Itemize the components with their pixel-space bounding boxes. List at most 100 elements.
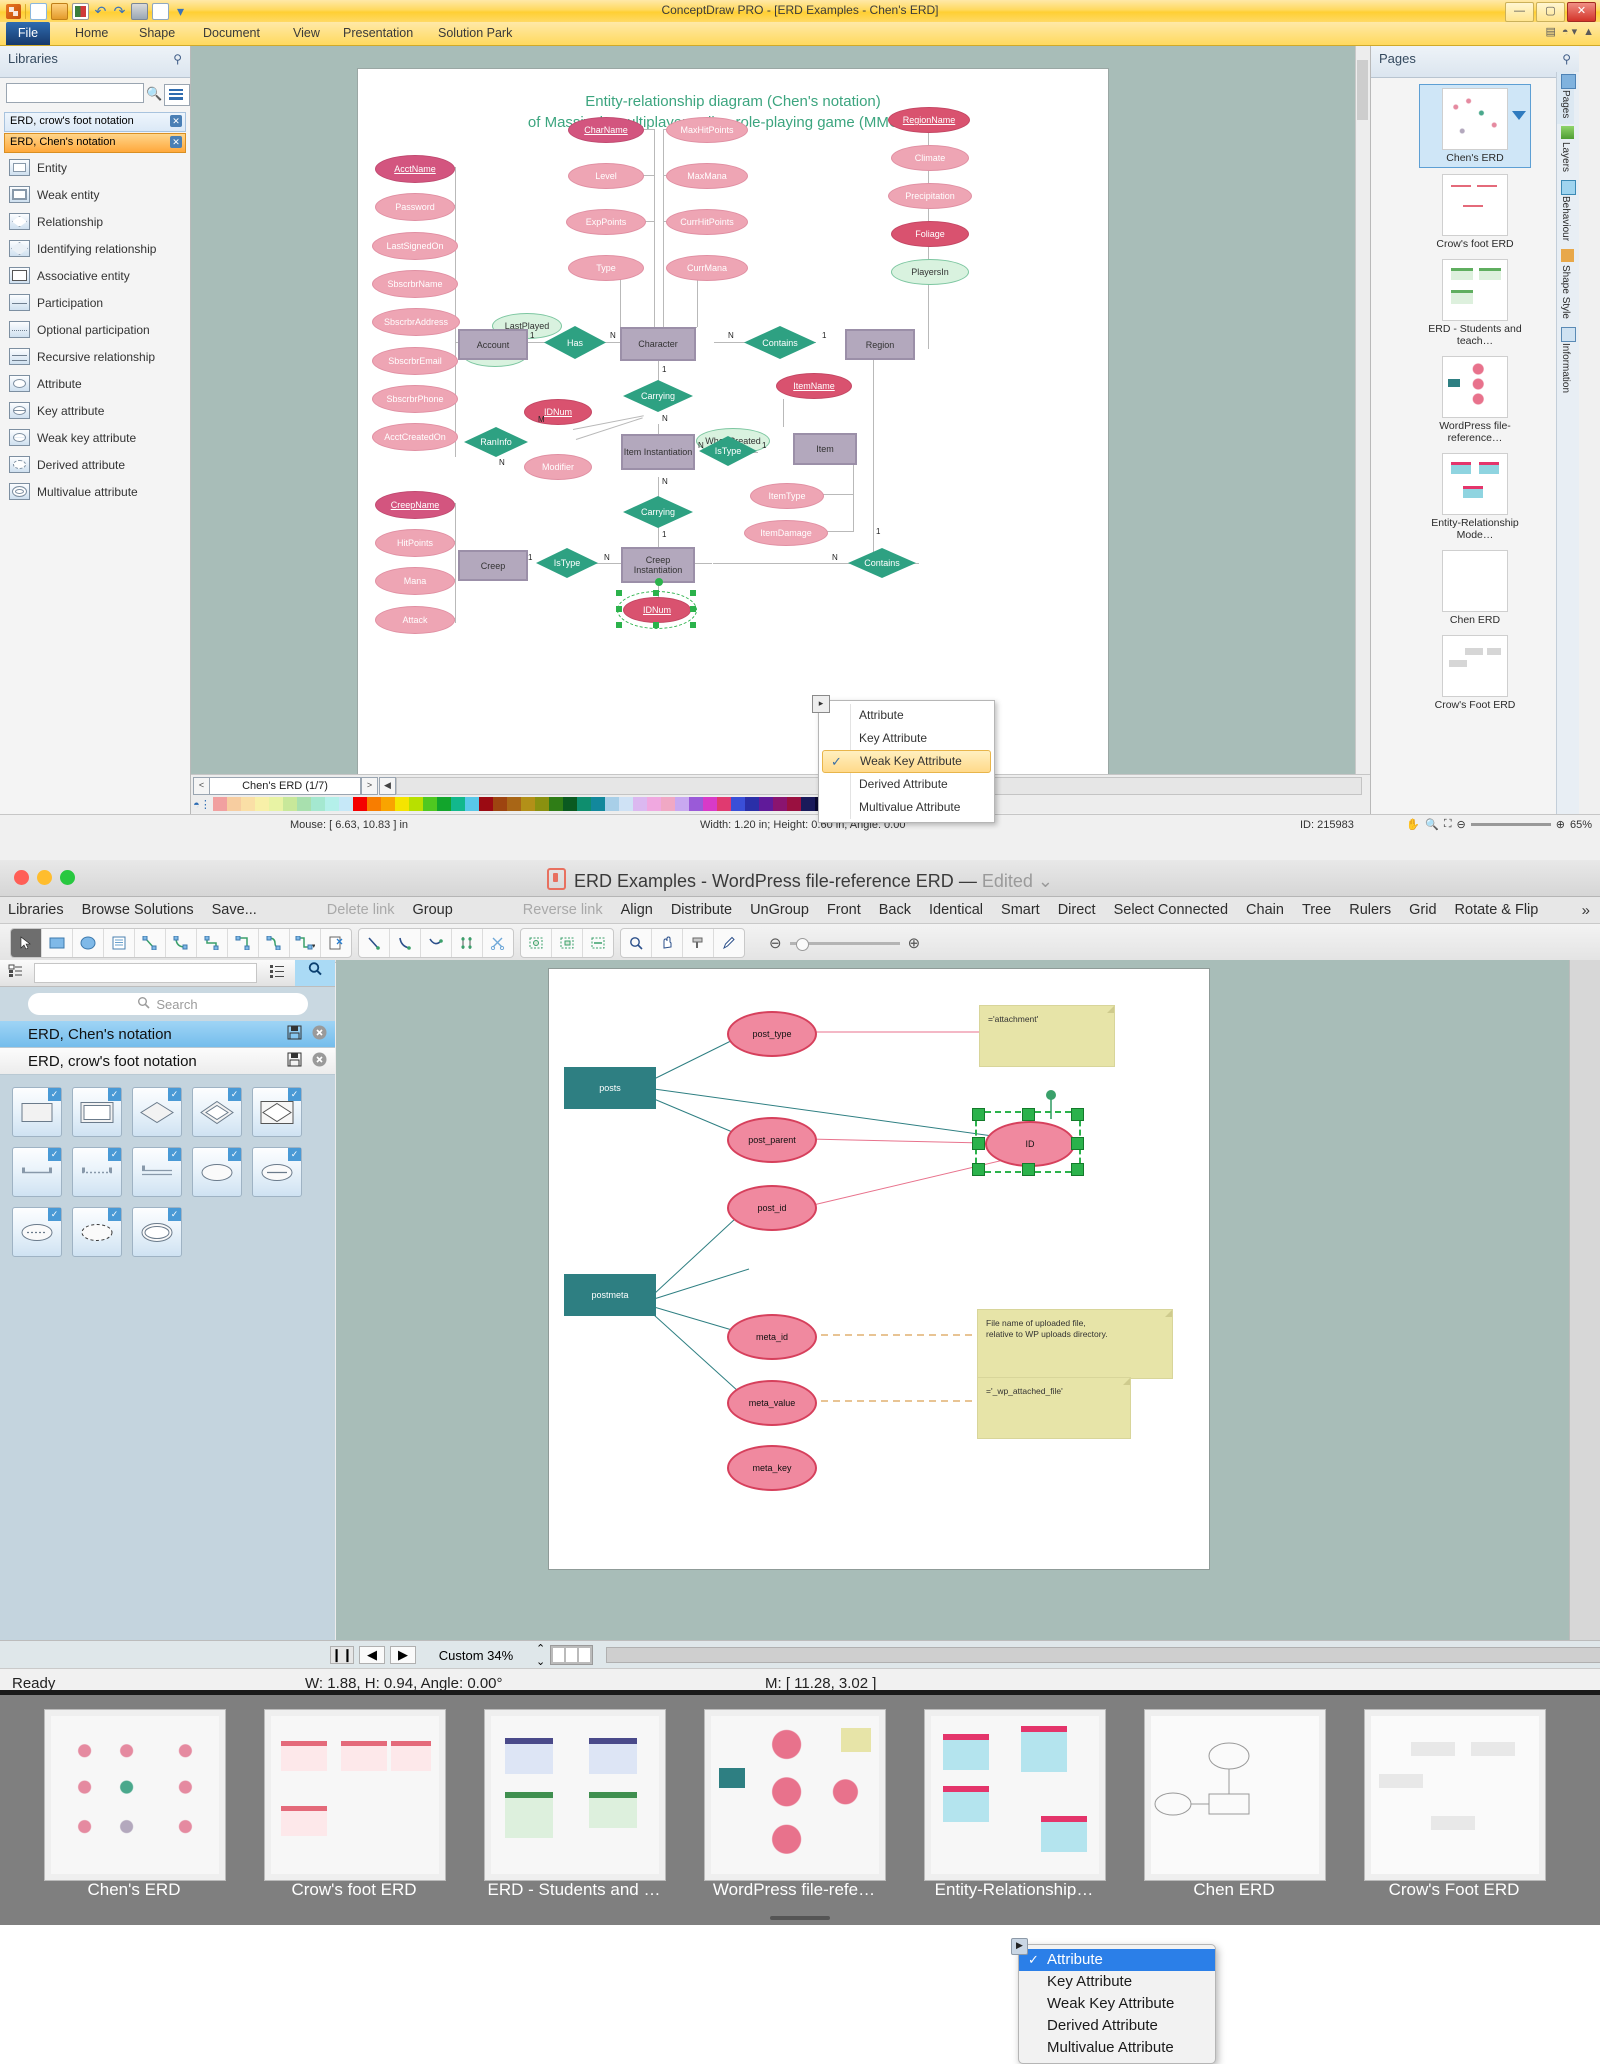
- entity-node-posts[interactable]: posts: [564, 1067, 656, 1109]
- page-filmstrip[interactable]: Chen's ERD Crow's foot ERD ERD - Student…: [0, 1690, 1600, 1925]
- tab-document[interactable]: Document: [190, 22, 273, 45]
- window-controls[interactable]: — ▢ ✕: [1505, 2, 1596, 22]
- shape-item-participation[interactable]: Participation: [0, 289, 190, 316]
- menu-item-weak-key-attribute[interactable]: Weak Key Attribute: [1019, 1993, 1215, 2015]
- mac-shape-grid[interactable]: ✓ ✓ ✓ ✓ ✓ ✓ ✓ ✓ ✓ ✓ ✓ ✓ ✓: [0, 1075, 335, 1269]
- entity-node[interactable]: Account: [458, 329, 528, 360]
- next-page-button[interactable]: >: [361, 777, 378, 795]
- attribute-node[interactable]: MaxMana: [666, 163, 748, 189]
- line-arc-icon[interactable]: [390, 929, 421, 957]
- menu-back[interactable]: Back: [879, 902, 911, 918]
- menu-distribute[interactable]: Distribute: [671, 902, 732, 918]
- ribbon-display-icon[interactable]: ▤: [1545, 25, 1555, 38]
- tool-group-lines[interactable]: [358, 928, 514, 958]
- tree-view-icon[interactable]: [164, 84, 190, 106]
- pan-hand-icon[interactable]: ✋: [1406, 818, 1420, 831]
- close-icon[interactable]: [312, 1052, 327, 1071]
- close-icon[interactable]: ✕: [170, 115, 182, 127]
- note-attachment[interactable]: ='attachment': [979, 1005, 1115, 1067]
- attribute-node[interactable]: LastSignedOn: [372, 232, 458, 260]
- shape-tile-multivalue-attribute[interactable]: ✓: [132, 1207, 182, 1257]
- mac-diagram-page[interactable]: posts postmeta post_type post_parent pos…: [548, 968, 1210, 1570]
- menu-group[interactable]: Group: [412, 902, 452, 918]
- entity-node[interactable]: Character: [620, 327, 696, 361]
- chevron-down-icon[interactable]: [1512, 111, 1526, 120]
- mac-library-crows-foot[interactable]: ERD, crow's foot notation: [0, 1048, 335, 1075]
- relationship-node[interactable]: Contains: [848, 548, 916, 578]
- entity-node[interactable]: Creep: [458, 550, 528, 581]
- filmstrip-thumb-chen-erd[interactable]: [1144, 1709, 1326, 1881]
- menu-item-attribute[interactable]: ✓ Attribute: [1019, 1949, 1215, 1971]
- connector-elbow-icon[interactable]: [135, 929, 166, 957]
- fit-selection-icon[interactable]: [521, 929, 552, 957]
- tool-group-shapes[interactable]: ▾: [10, 928, 352, 958]
- menu-item-key-attribute[interactable]: Key Attribute: [1019, 1971, 1215, 1993]
- vtab-pages[interactable]: Pages: [1557, 72, 1576, 125]
- attribute-node-meta-key[interactable]: meta_key: [727, 1445, 817, 1491]
- windows-context-menu[interactable]: Attribute Key Attribute ✓ Weak Key Attrib…: [818, 700, 995, 823]
- search-icon[interactable]: 🔍: [146, 86, 162, 102]
- attribute-node[interactable]: CurrMana: [666, 255, 748, 281]
- page-item-entity-relationship-model[interactable]: Entity-Relationship Mode…: [1420, 453, 1530, 544]
- help-icon[interactable]: ◓ ▾: [1562, 25, 1577, 38]
- page-selector[interactable]: Chen's ERD (1/7): [209, 777, 361, 795]
- entity-node[interactable]: Item Instantiation: [621, 434, 695, 470]
- canvas-vscrollbar[interactable]: [1355, 46, 1370, 774]
- vtab-behaviour[interactable]: Behaviour: [1557, 178, 1576, 247]
- menu-chain[interactable]: Chain: [1246, 902, 1284, 918]
- tab-file[interactable]: File: [6, 22, 50, 45]
- mac-library-toolbar[interactable]: [0, 960, 335, 987]
- zoom-stepper-icon[interactable]: ⌃ ⌄: [536, 1642, 545, 1668]
- zoom-value[interactable]: Custom 34%: [421, 1648, 531, 1663]
- attribute-node[interactable]: ItemType: [750, 483, 824, 509]
- close-icon[interactable]: [312, 1025, 327, 1044]
- vtab-layers[interactable]: Layers: [1557, 124, 1574, 178]
- tab-home[interactable]: Home: [62, 22, 121, 45]
- fit-page-icon[interactable]: [552, 929, 583, 957]
- shape-item-key-attribute[interactable]: Key attribute: [0, 397, 190, 424]
- zoom-out-button[interactable]: ⊖: [1457, 818, 1466, 831]
- entity-node[interactable]: Region: [845, 329, 915, 360]
- shape-item-identifying-relationship[interactable]: Identifying relationship: [0, 235, 190, 262]
- save-icon[interactable]: [287, 1052, 302, 1071]
- zoom-slider-group[interactable]: ⊖ ⊕: [769, 934, 920, 952]
- scissors-icon[interactable]: [483, 929, 513, 957]
- shape-tile-derived-attribute[interactable]: ✓: [72, 1207, 122, 1257]
- attribute-node[interactable]: ItemName: [776, 373, 852, 399]
- menu-item-derived-attribute[interactable]: Derived Attribute: [1019, 2015, 1215, 2037]
- attribute-node[interactable]: RegionName: [888, 107, 970, 133]
- color-palette[interactable]: ◓⋮: [191, 795, 1370, 813]
- relationship-node[interactable]: RanInfo: [464, 427, 528, 457]
- rectangle-tool-icon[interactable]: [42, 929, 73, 957]
- attribute-node[interactable]: ExpPoints: [566, 209, 646, 235]
- shape-tile-entity[interactable]: ✓: [12, 1087, 62, 1137]
- mac-menu-bar[interactable]: Libraries Browse Solutions Save... Delet…: [0, 897, 1600, 924]
- mac-toolbar[interactable]: ▾ ⊖ ⊕: [0, 924, 1600, 963]
- attribute-node-post-id[interactable]: post_id: [727, 1185, 817, 1231]
- overflow-chevron-icon[interactable]: »: [1582, 902, 1590, 919]
- attribute-node[interactable]: AcctName: [375, 155, 455, 183]
- shape-item-optional-participation[interactable]: Optional participation: [0, 316, 190, 343]
- menu-item-multivalue-attribute[interactable]: Multivalue Attribute: [819, 796, 994, 819]
- relationship-node[interactable]: IsType: [536, 548, 598, 578]
- menu-align[interactable]: Align: [621, 902, 653, 918]
- attribute-node[interactable]: HitPoints: [375, 529, 455, 557]
- pin-icon[interactable]: ⚲: [173, 52, 182, 66]
- library-tab-crows-foot[interactable]: ERD, crow's foot notation ✕: [4, 112, 186, 132]
- page-item-crows-foot-erd-2[interactable]: Crow's Foot ERD: [1420, 635, 1530, 714]
- library-search-input[interactable]: [6, 83, 144, 103]
- attribute-node[interactable]: Precipitation: [888, 183, 972, 209]
- pin-icon[interactable]: ⚲: [1562, 52, 1571, 66]
- menu-select-connected[interactable]: Select Connected: [1114, 902, 1228, 918]
- menu-item-derived-attribute[interactable]: Derived Attribute: [819, 773, 994, 796]
- attribute-node[interactable]: SbscrbrAddress: [372, 308, 460, 336]
- format-painter-icon[interactable]: [683, 929, 714, 957]
- save-icon[interactable]: [287, 1025, 302, 1044]
- attribute-node[interactable]: SbscrbrEmail: [372, 347, 458, 375]
- attribute-node-meta-id[interactable]: meta_id: [727, 1314, 817, 1360]
- shape-tile-recursive-relationship[interactable]: ✓: [132, 1147, 182, 1197]
- connector-sshape-icon[interactable]: [259, 929, 290, 957]
- menu-rotate-flip[interactable]: Rotate & Flip: [1455, 902, 1539, 918]
- library-tab-chens[interactable]: ERD, Chen's notation ✕: [4, 133, 186, 153]
- right-vertical-tabs[interactable]: Pages Layers Behaviour Shape Style Infor…: [1556, 72, 1579, 814]
